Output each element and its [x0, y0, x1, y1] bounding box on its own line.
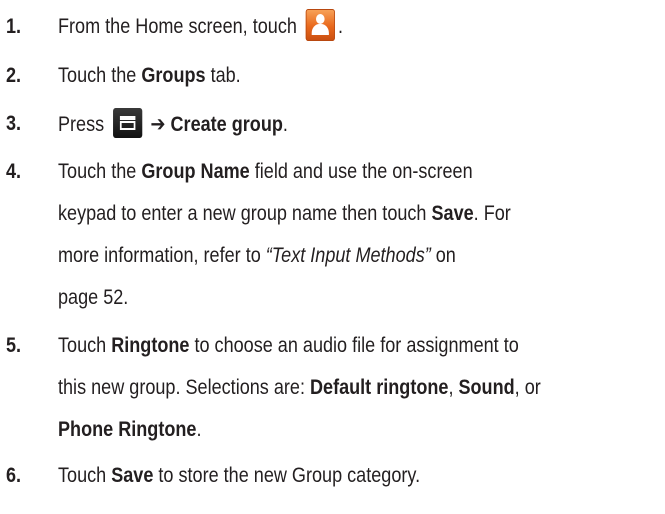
sound-label: Sound	[458, 376, 515, 399]
create-group-label: Create group	[170, 113, 283, 136]
ringtone-label: Ringtone	[111, 334, 190, 357]
step-text-segment: . For	[473, 202, 511, 225]
step-text: Touch the Groups tab.	[58, 55, 581, 97]
step-number: 5.	[6, 334, 22, 357]
step-text-segment: .	[338, 15, 344, 38]
step-number: 3.	[6, 112, 22, 135]
step-text-segment: field and use the on-screen	[249, 160, 473, 183]
step-text-segment: .	[196, 418, 202, 441]
step-text: From the Home screen, touch .	[58, 6, 581, 48]
groups-tab-label: Groups	[141, 64, 206, 87]
step-text-segment: more information, refer to	[58, 244, 266, 267]
step-text-segment: tab.	[205, 64, 241, 87]
step-text-segment: ,	[448, 376, 459, 399]
save-label: Save	[431, 202, 474, 225]
arrow-icon: ➔	[150, 112, 166, 136]
step-text: Touch Save to store the new Group catego…	[58, 455, 581, 497]
step-text-segment: , or	[514, 376, 541, 399]
step-number: 1.	[6, 15, 22, 38]
step-text-segment: From the Home screen, touch	[58, 15, 302, 38]
instruction-page: 1. From the Home screen, touch . 2. Touc…	[0, 0, 665, 514]
step-number: 4.	[6, 160, 22, 183]
step-text-segment: .	[282, 113, 288, 136]
save-label: Save	[111, 464, 154, 487]
step-text-segment: Touch	[58, 334, 112, 357]
step-text-segment: to choose an audio file for assignment t…	[189, 334, 519, 357]
page-reference: page 52.	[58, 286, 129, 309]
menu-key-icon	[112, 108, 142, 139]
step-text: Touch the Group Name field and use the o…	[58, 151, 581, 319]
step-number: 6.	[6, 464, 22, 487]
step-number: 2.	[6, 64, 22, 87]
step-text-segment: to store the new Group category.	[153, 464, 421, 487]
step-text-segment: Press	[58, 113, 110, 136]
step-text-segment: Touch	[58, 464, 112, 487]
step-text: Touch Ringtone to choose an audio file f…	[58, 325, 581, 451]
default-ringtone-label: Default ringtone	[309, 376, 449, 399]
group-name-label: Group Name	[141, 160, 250, 183]
contacts-icon	[305, 9, 335, 42]
step-text-segment: this new group. Selections are:	[58, 376, 310, 399]
phone-ringtone-label: Phone Ringtone	[58, 418, 197, 441]
step-text: Press ➔ Create group.	[58, 103, 581, 145]
cross-reference-link[interactable]: “Text Input Methods”	[266, 244, 431, 267]
step-text-segment: keypad to enter a new group name then to…	[58, 202, 432, 225]
step-text-segment: Touch the	[58, 160, 142, 183]
step-text-segment: Touch the	[58, 64, 142, 87]
step-text-segment: on	[430, 244, 456, 267]
